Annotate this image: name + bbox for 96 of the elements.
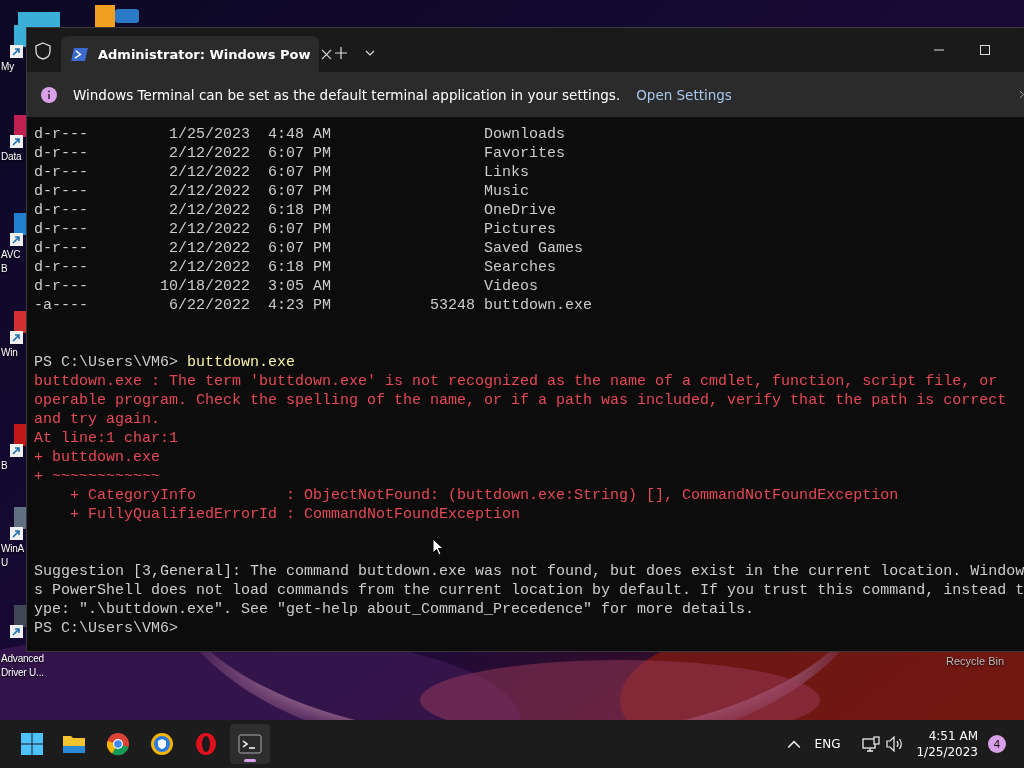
prompt-text: PS C:\Users\VM6>: [34, 620, 179, 637]
shield-browser-icon: [150, 732, 174, 756]
date-cell-text: 1/25/2023: [168, 125, 250, 144]
time-cell-text: 4:23 PM: [267, 296, 331, 315]
time-cell-text: 6:07 PM: [267, 220, 331, 239]
date-cell-text: 10/18/2022: [159, 277, 250, 296]
time-cell-text: 4:48 AM: [267, 125, 331, 144]
error-text: + CategoryInfo : ObjectNotFound: (buttdown.exe:String) [], CommandNotFoundException: [69, 487, 899, 504]
mode-cell: -a----: [34, 296, 88, 315]
error-text: + FullyQualifiedErrorId : CommandNotFoundException: [69, 506, 521, 523]
date-cell-text: 2/12/2022: [168, 239, 250, 258]
notification-badge[interactable]: 4: [988, 735, 1006, 753]
icon-label: WinA: [0, 542, 25, 556]
shortcut-icon[interactable]: [10, 311, 26, 345]
command-text: buttdown.exe: [187, 354, 296, 371]
icon-label: Data: [0, 150, 22, 164]
date-cell-text: 2/12/2022: [168, 220, 250, 239]
network-icon[interactable]: [862, 736, 881, 752]
time-cell-text: 6:07 PM: [267, 182, 331, 201]
icon-label: U: [0, 556, 9, 570]
mode-cell: d-r---: [34, 163, 88, 182]
error-text: At line:1 char:1: [34, 430, 179, 447]
error-text: + buttdown.exe: [34, 449, 161, 466]
name-cell-text: Music: [484, 182, 531, 201]
shortcut-icon[interactable]: [10, 507, 26, 541]
time-cell-text: 6:18 PM: [267, 201, 331, 220]
info-icon: [41, 86, 57, 103]
active-indicator: [244, 759, 256, 762]
name-cell-text: Searches: [484, 258, 558, 277]
error-text: buttdown.exe : The term 'buttdown.exe' is not recognized as the name of a cmdlet, function, script file, or: [34, 373, 998, 390]
date-cell-text: 2/12/2022: [168, 144, 250, 163]
time-cell-text: 6:07 PM: [267, 163, 331, 182]
mode-cell: d-r---: [34, 201, 88, 220]
icon-label: My: [0, 60, 14, 74]
date-cell-text: 6/22/2022: [168, 296, 250, 315]
chevron-down-icon[interactable]: [365, 50, 375, 56]
time-cell-text: 6:07 PM: [267, 239, 331, 258]
icon-label: Driver U...: [0, 666, 44, 680]
mode-cell: d-r---: [34, 239, 88, 258]
time-cell-text: 6:07 PM: [267, 144, 331, 163]
maximize-icon[interactable]: [980, 45, 990, 55]
mode-cell: d-r---: [34, 277, 88, 296]
error-text: + ~~~~~~~~~~~~: [34, 468, 161, 485]
date-cell-text: 2/12/2022: [168, 201, 250, 220]
name-cell-text: OneDrive: [484, 201, 558, 220]
info-message: Windows Terminal can be set as the default terminal application in your settings.: [73, 86, 621, 103]
prompt-text: PS C:\Users\VM6>: [34, 354, 179, 371]
terminal-icon: [238, 732, 262, 756]
output-text: Suggestion [3,General]: The command buttdown.exe was not found, but does exist in the current location. Window: [34, 563, 1024, 580]
name-cell-text: Videos: [484, 277, 540, 296]
icon-label: Recycle Bin: [946, 654, 1005, 668]
taskbar-app[interactable]: [230, 724, 270, 764]
shortcut-icon[interactable]: [95, 3, 141, 27]
name-cell-text: Saved Games: [484, 239, 585, 258]
mode-cell: d-r---: [34, 144, 88, 163]
language-indicator[interactable]: ENG: [814, 737, 841, 751]
mode-cell: d-r---: [34, 220, 88, 239]
icon-label: Win: [0, 346, 18, 360]
time-cell-text: 3:05 AM: [267, 277, 331, 296]
shortcut-icon[interactable]: [10, 424, 26, 458]
shortcut-icon[interactable]: [10, 213, 26, 247]
name-cell-text: Downloads: [484, 125, 567, 144]
date-cell-text: 2/12/2022: [168, 258, 250, 277]
ring-browser-icon: [194, 732, 218, 756]
speaker-icon[interactable]: [886, 736, 905, 752]
start-icon[interactable]: [20, 732, 44, 756]
clock[interactable]: 4:51 AM 1/25/2023: [916, 728, 978, 760]
name-cell-text: buttdown.exe: [484, 296, 594, 315]
output-text: s PowerShell does not load commands from the current location by default. If you trust this command, instead t: [34, 582, 1024, 599]
caret-up-icon[interactable]: [786, 739, 801, 749]
error-text: and try again.: [34, 411, 161, 428]
shortcut-icon[interactable]: [10, 25, 26, 59]
shield-icon: [35, 42, 51, 60]
time-cell-text: 6:18 PM: [267, 258, 331, 277]
shortcut-icon[interactable]: [10, 115, 26, 149]
browser-icon: [106, 732, 130, 756]
name-cell-text: Favorites: [484, 144, 567, 163]
error-text: operable program. Check the spelling of the name, or if a path was included, verify that the path is correct: [34, 392, 1007, 409]
icon-label: B: [0, 262, 8, 276]
mode-cell: d-r---: [34, 258, 88, 277]
cursor-icon: [432, 538, 444, 556]
date-cell-text: 2/12/2022: [168, 163, 250, 182]
name-cell-text: Pictures: [484, 220, 558, 239]
mode-cell: d-r---: [34, 125, 88, 144]
length-cell: 53248: [430, 297, 476, 314]
name-cell-text: Links: [484, 163, 531, 182]
mode-cell: d-r---: [34, 182, 88, 201]
new-tab-icon[interactable]: [335, 47, 347, 59]
shortcut-icon[interactable]: [10, 605, 26, 639]
icon-label: AVC: [0, 248, 21, 262]
output-text: ype: ".\buttdown.exe". See "get-help about_Command_Precedence" for more details.: [34, 601, 755, 618]
open-settings-link[interactable]: Open Settings: [636, 86, 732, 103]
icon-label: B: [0, 459, 8, 473]
powershell-icon: [71, 47, 88, 61]
date-cell-text: 2/12/2022: [168, 182, 250, 201]
icon-label: Advanced: [0, 652, 44, 666]
